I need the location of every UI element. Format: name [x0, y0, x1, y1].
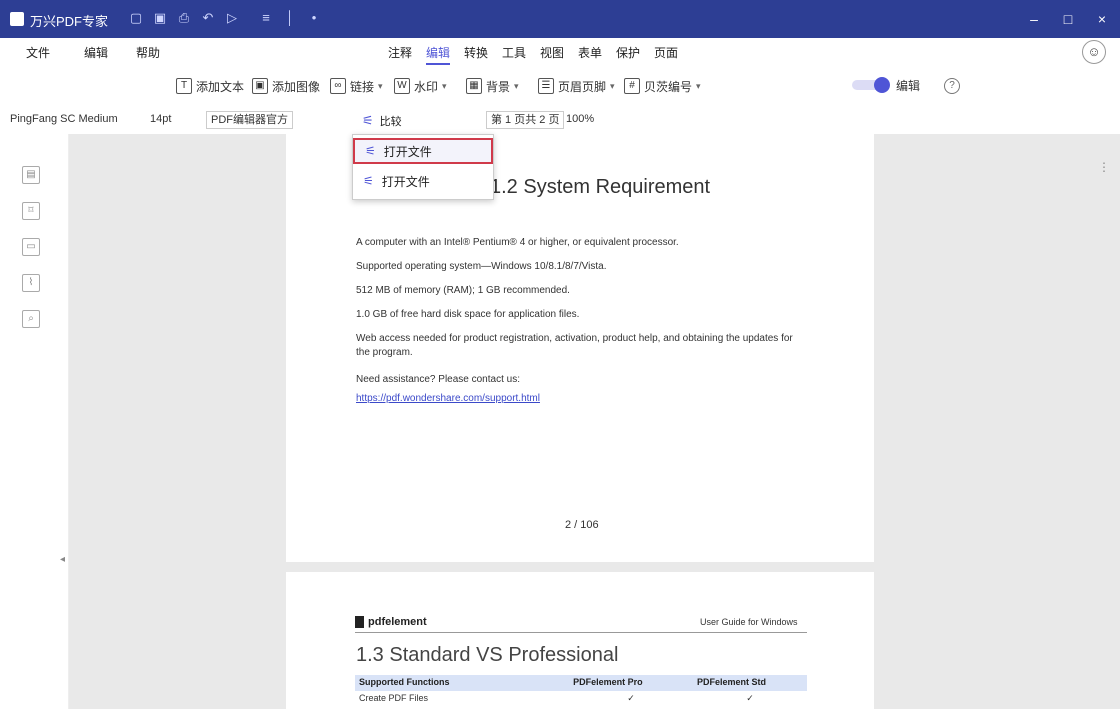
- compare-dropdown-menu: ⚟ 打开文件 ⚟ 打开文件: [352, 134, 494, 200]
- pdfelement-logo-icon: [355, 616, 364, 629]
- edit-mode-label: 编辑: [896, 79, 921, 93]
- background-icon: ▦: [466, 78, 482, 94]
- style-select[interactable]: PDF编辑器官方: [206, 111, 293, 129]
- header-rule: [355, 632, 807, 633]
- scroll-indicator-icon[interactable]: ⋮: [1098, 160, 1110, 174]
- page1-heading: 1.2 System Requirement: [490, 176, 711, 198]
- tab-tools[interactable]: 工具: [502, 44, 526, 61]
- dropdown-item-open-file[interactable]: ⚟ 打开文件: [353, 138, 493, 164]
- app-title: 万兴PDF专家: [30, 14, 109, 29]
- requirement-bullet: Web access needed for product registrati…: [356, 333, 793, 358]
- add-text-button[interactable]: T 添加文本: [176, 77, 244, 95]
- separator-icon: │: [285, 10, 295, 25]
- format-bar: PingFang SC Medium 14pt PDF编辑器官方 第 1 页共 …: [0, 106, 1120, 135]
- collapse-arrow-icon[interactable]: ◂: [60, 554, 65, 565]
- link-button[interactable]: ∞ 链接 ▾: [330, 77, 383, 95]
- table-header: PDFelement Std: [696, 677, 766, 687]
- table-cell: ✓: [627, 693, 635, 703]
- chevron-down-icon[interactable]: ▾: [514, 81, 519, 92]
- header-footer-icon: ☰: [538, 78, 554, 94]
- table-cell: ✓: [746, 693, 754, 703]
- page-number: 2 / 106: [565, 519, 599, 531]
- undo-icon[interactable]: ↶: [200, 10, 216, 26]
- print-icon[interactable]: ⎙: [176, 10, 192, 26]
- more-icon[interactable]: ≡: [258, 10, 274, 26]
- requirement-bullet: A computer with an Intel® Pentium® 4 or …: [356, 237, 679, 248]
- image-icon: ▣: [252, 78, 268, 94]
- save-icon[interactable]: ▣: [152, 10, 168, 26]
- tab-view[interactable]: 视图: [540, 44, 564, 61]
- chevron-down-icon[interactable]: ▾: [378, 81, 383, 92]
- tab-form[interactable]: 表单: [578, 44, 602, 61]
- requirement-bullet: 1.0 GB of free hard disk space for appli…: [356, 309, 580, 320]
- watermark-button[interactable]: W 水印 ▾: [394, 77, 447, 95]
- tab-edit[interactable]: 编辑: [426, 44, 451, 65]
- maximize-button[interactable]: □: [1058, 10, 1078, 28]
- new-file-icon[interactable]: ▢: [128, 10, 144, 26]
- menu-bar: 文件 编辑 帮助 注释 编辑 转换 工具 视图 表单 保护 页面 ☺: [0, 38, 1120, 66]
- tab-annotate[interactable]: 注释: [388, 44, 412, 61]
- tab-convert[interactable]: 转换: [464, 44, 488, 61]
- title-bar: 万兴PDF专家 ▢ ▣ ⎙ ↶ ▷ ≡ │ • – □ ×: [0, 0, 1120, 38]
- toggle-knob: [874, 77, 890, 93]
- comment-icon[interactable]: ▭: [22, 238, 40, 256]
- chevron-down-icon[interactable]: ▾: [442, 81, 447, 92]
- requirement-bullet: 512 MB of memory (RAM); 1 GB recommended…: [356, 285, 570, 296]
- pdfelement-logo: pdfelement: [355, 616, 427, 629]
- link-icon: ∞: [330, 78, 346, 94]
- compare-icon: ⚟: [365, 144, 376, 158]
- tab-protect[interactable]: 保护: [616, 44, 640, 61]
- bates-number-button[interactable]: # 贝茨编号 ▾: [624, 77, 701, 95]
- menu-file[interactable]: 文件: [26, 44, 50, 61]
- thumbnail-icon[interactable]: ▤: [22, 166, 40, 184]
- edit-mode-toggle[interactable]: [852, 77, 890, 93]
- bookmark-icon[interactable]: ⌑: [22, 202, 40, 220]
- compare-icon: ⚟: [363, 174, 374, 188]
- chevron-down-icon[interactable]: ▾: [696, 81, 701, 92]
- text-icon: T: [176, 78, 192, 94]
- support-link[interactable]: https://pdf.wondershare.com/support.html: [356, 393, 540, 404]
- user-avatar-icon[interactable]: ☺: [1082, 40, 1106, 64]
- chevron-down-icon[interactable]: ▾: [610, 81, 615, 92]
- compare-icon: ⚟: [362, 113, 374, 128]
- table-header: PDFelement Pro: [573, 677, 643, 687]
- menu-help[interactable]: 帮助: [136, 44, 160, 61]
- help-icon[interactable]: ?: [944, 78, 960, 94]
- contact-note: Need assistance? Please contact us:: [356, 374, 520, 385]
- menu-edit[interactable]: 编辑: [84, 44, 108, 61]
- requirement-bullet: Supported operating system—Windows 10/8.…: [356, 261, 607, 272]
- watermark-icon: W: [394, 78, 410, 94]
- close-button[interactable]: ×: [1092, 10, 1112, 28]
- zoom-level[interactable]: 100%: [566, 113, 594, 125]
- left-sidebar: ▤ ⌑ ▭ ⌇ ⌕ ◂: [0, 134, 69, 709]
- bates-icon: #: [624, 78, 640, 94]
- table-row: Create PDF Files ✓ ✓: [355, 691, 807, 705]
- table-cell: Create PDF Files: [359, 693, 429, 703]
- tab-page[interactable]: 页面: [654, 44, 678, 61]
- font-size-select[interactable]: 14pt: [150, 113, 171, 125]
- table-header: Supported Functions: [359, 677, 450, 687]
- header-footer-button[interactable]: ☰ 页眉页脚 ▾: [538, 77, 615, 95]
- add-image-button[interactable]: ▣ 添加图像: [252, 77, 320, 95]
- dropdown-item-open-file-2[interactable]: ⚟ 打开文件: [353, 168, 493, 194]
- search-icon[interactable]: ⌕: [22, 310, 40, 328]
- table-header-row: Supported Functions PDFelement Pro PDFel…: [355, 675, 807, 691]
- background-button[interactable]: ▦ 背景 ▾: [466, 77, 519, 95]
- guide-title: User Guide for Windows: [700, 617, 798, 627]
- app-logo-icon: [10, 12, 24, 26]
- page2-heading: 1.3 Standard VS Professional: [356, 644, 619, 666]
- redo-icon[interactable]: ▷: [224, 10, 240, 26]
- attachment-icon[interactable]: ⌇: [22, 274, 40, 292]
- comparison-table: Supported Functions PDFelement Pro PDFel…: [355, 675, 807, 709]
- page-indicator[interactable]: 第 1 页共 2 页: [486, 111, 565, 129]
- compare-button[interactable]: ⚟ 比较: [362, 113, 402, 129]
- font-select[interactable]: PingFang SC Medium: [10, 113, 118, 125]
- minimize-button[interactable]: –: [1024, 10, 1044, 28]
- pin-icon[interactable]: •: [306, 10, 322, 26]
